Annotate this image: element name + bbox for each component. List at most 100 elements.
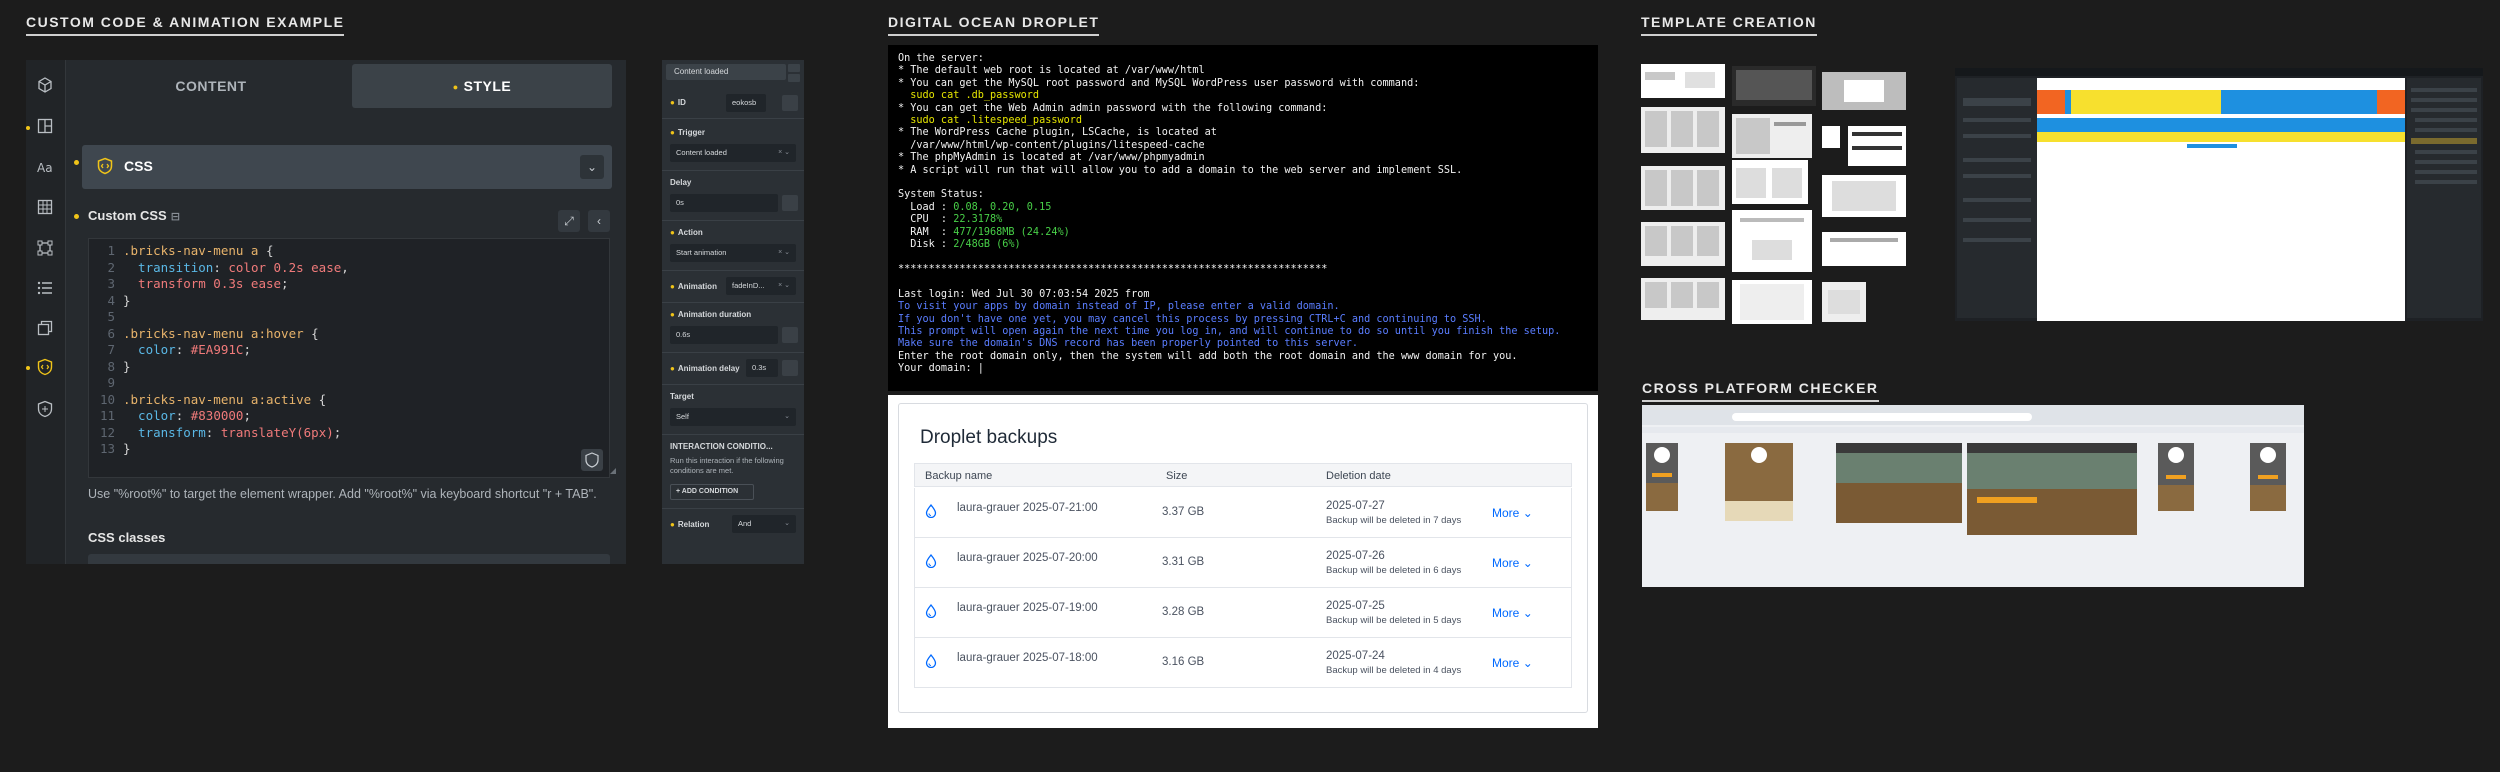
trigger-select[interactable]: Content loaded × ⌄: [670, 144, 796, 162]
line-number: 12: [99, 424, 115, 440]
template-thumb[interactable]: [1641, 278, 1725, 320]
chevron-left-icon[interactable]: ‹: [588, 210, 610, 232]
animation-value: fadeInD...: [732, 281, 765, 290]
template-thumb[interactable]: [1822, 126, 1840, 148]
device-preview-laptop: [1836, 443, 1962, 523]
shield-icon[interactable]: [36, 400, 54, 418]
more-button[interactable]: More ⌄: [1492, 506, 1533, 520]
template-thumb[interactable]: [1822, 72, 1906, 110]
deletion-date: 2025-07-24: [1326, 650, 1385, 662]
device-labels-bar: [1642, 427, 2304, 433]
template-thumb[interactable]: [1848, 126, 1906, 166]
terminal-line: Load : 0.08, 0.20, 0.15: [898, 201, 1052, 213]
css-classes-label: CSS classes: [88, 530, 166, 545]
layers-icon[interactable]: [36, 319, 54, 337]
template-thumb[interactable]: [1822, 232, 1906, 266]
conditions-title: INTERACTION CONDITIO...: [670, 442, 773, 451]
anim-delay-input[interactable]: 0.3s: [746, 359, 778, 377]
more-button[interactable]: More ⌄: [1492, 656, 1533, 670]
terminal-line: * The phpMyAdmin is located at /var/www/…: [898, 152, 1205, 164]
code-line: 1 .bricks-nav-menu a {: [89, 243, 609, 260]
more-label: More: [1492, 606, 1520, 620]
expand-icon[interactable]: ⤢: [558, 210, 580, 232]
custom-css-text: Custom CSS: [88, 208, 167, 223]
chevron-down-icon[interactable]: ⌄: [580, 155, 604, 179]
cube-icon[interactable]: [36, 76, 54, 94]
chevron-down-icon[interactable]: ⌄: [784, 408, 790, 426]
css-group-label: CSS: [124, 158, 153, 174]
template-thumb[interactable]: [1641, 166, 1725, 210]
id-field[interactable]: eokosb: [726, 94, 766, 112]
action-value: Start animation: [676, 248, 727, 257]
builder-canvas: [2037, 78, 2405, 321]
code-line: 2 transition: color 0.2s ease,: [89, 260, 609, 277]
code-line: 10 .bricks-nav-menu a:active {: [89, 392, 609, 409]
more-button[interactable]: More ⌄: [1492, 556, 1533, 570]
grid-icon[interactable]: [36, 198, 54, 216]
css-code-editor[interactable]: 1 .bricks-nav-menu a {2 transition: color…: [88, 238, 610, 478]
code-token: color 0.2s ease: [228, 259, 342, 275]
target-select[interactable]: Self ⌄: [670, 408, 796, 426]
typography-icon[interactable]: Aa: [36, 158, 54, 176]
refresh-icon[interactable]: [782, 95, 798, 111]
shield-code-icon[interactable]: [36, 358, 54, 376]
template-thumb[interactable]: [1732, 280, 1812, 324]
drag-icon[interactable]: [788, 64, 800, 72]
list-icon[interactable]: [36, 279, 54, 297]
template-thumb[interactable]: [1732, 66, 1816, 106]
more-button[interactable]: More ⌄: [1492, 606, 1533, 620]
transform-icon[interactable]: [36, 239, 54, 257]
builder-left-panel: [1957, 78, 2037, 318]
code-line: 7 color: #EA991C;: [89, 342, 609, 359]
duration-label: ● Animation duration: [670, 310, 752, 319]
css-classes-input[interactable]: [88, 554, 610, 564]
terminal-line: RAM : 477/1968MB (24.24%): [898, 226, 1070, 238]
animation-select[interactable]: fadeInD... × ⌄: [726, 277, 796, 295]
panel-sidebar: Aa: [26, 60, 66, 564]
pin-icon[interactable]: ⊟: [171, 211, 180, 223]
section-title-cross-platform: CROSS PLATFORM CHECKER: [1642, 380, 1879, 402]
chevron-down-icon[interactable]: ⌄: [784, 515, 790, 533]
template-thumb[interactable]: [1641, 64, 1725, 98]
clear-icon[interactable]: × ⌄: [778, 144, 790, 162]
divider: [662, 508, 804, 509]
template-thumb[interactable]: [1822, 282, 1866, 322]
responsive-checker-screenshot: [1642, 405, 2304, 587]
svg-text:Aa: Aa: [37, 161, 53, 175]
deletion-date: 2025-07-26: [1326, 550, 1385, 562]
template-thumb[interactable]: [1822, 175, 1906, 217]
active-dot: [26, 126, 30, 130]
target-label: Target: [670, 392, 694, 401]
backup-name: laura-grauer 2025-07-18:00: [957, 652, 1098, 664]
template-thumb[interactable]: [1732, 210, 1812, 272]
add-condition-button[interactable]: + ADD CONDITION: [670, 484, 754, 500]
delay-input[interactable]: 0s: [670, 194, 778, 212]
delete-icon[interactable]: [788, 74, 800, 82]
template-thumb[interactable]: [1641, 222, 1725, 266]
code-line: 13}: [89, 441, 609, 458]
chevron-down-icon: ⌄: [1522, 656, 1533, 670]
device-preview-phone: [2158, 443, 2194, 511]
chevron-down-icon[interactable]: × ⌄: [778, 277, 790, 295]
layout-icon[interactable]: [36, 117, 54, 135]
dynamic-data-icon[interactable]: [782, 327, 798, 343]
action-select[interactable]: Start animation × ⌄: [670, 244, 796, 262]
interaction-header[interactable]: Content loaded: [666, 64, 786, 80]
format-icon[interactable]: [581, 449, 603, 471]
terminal-line: Make sure the domain's DNS record has be…: [898, 338, 1359, 350]
template-thumb[interactable]: [1732, 114, 1812, 158]
template-thumb[interactable]: [1641, 107, 1725, 153]
tab-content[interactable]: CONTENT: [82, 64, 340, 108]
template-thumb[interactable]: [1732, 160, 1808, 204]
dynamic-data-icon[interactable]: [782, 360, 798, 376]
ssh-terminal[interactable]: On the server: * The default web root is …: [888, 45, 1598, 391]
backup-size: 3.28 GB: [1162, 606, 1205, 618]
backup-row: laura-grauer 2025-07-20:00 3.31 GB 2025-07…: [914, 538, 1572, 588]
resize-handle[interactable]: [610, 468, 616, 474]
relation-select[interactable]: And ⌄: [732, 515, 796, 533]
tab-style[interactable]: ● STYLE: [352, 64, 612, 108]
duration-input[interactable]: 0.6s: [670, 326, 778, 344]
clear-icon[interactable]: × ⌄: [778, 244, 790, 262]
dynamic-data-icon[interactable]: [782, 195, 798, 211]
css-group-header[interactable]: CSS ⌄: [82, 145, 612, 189]
